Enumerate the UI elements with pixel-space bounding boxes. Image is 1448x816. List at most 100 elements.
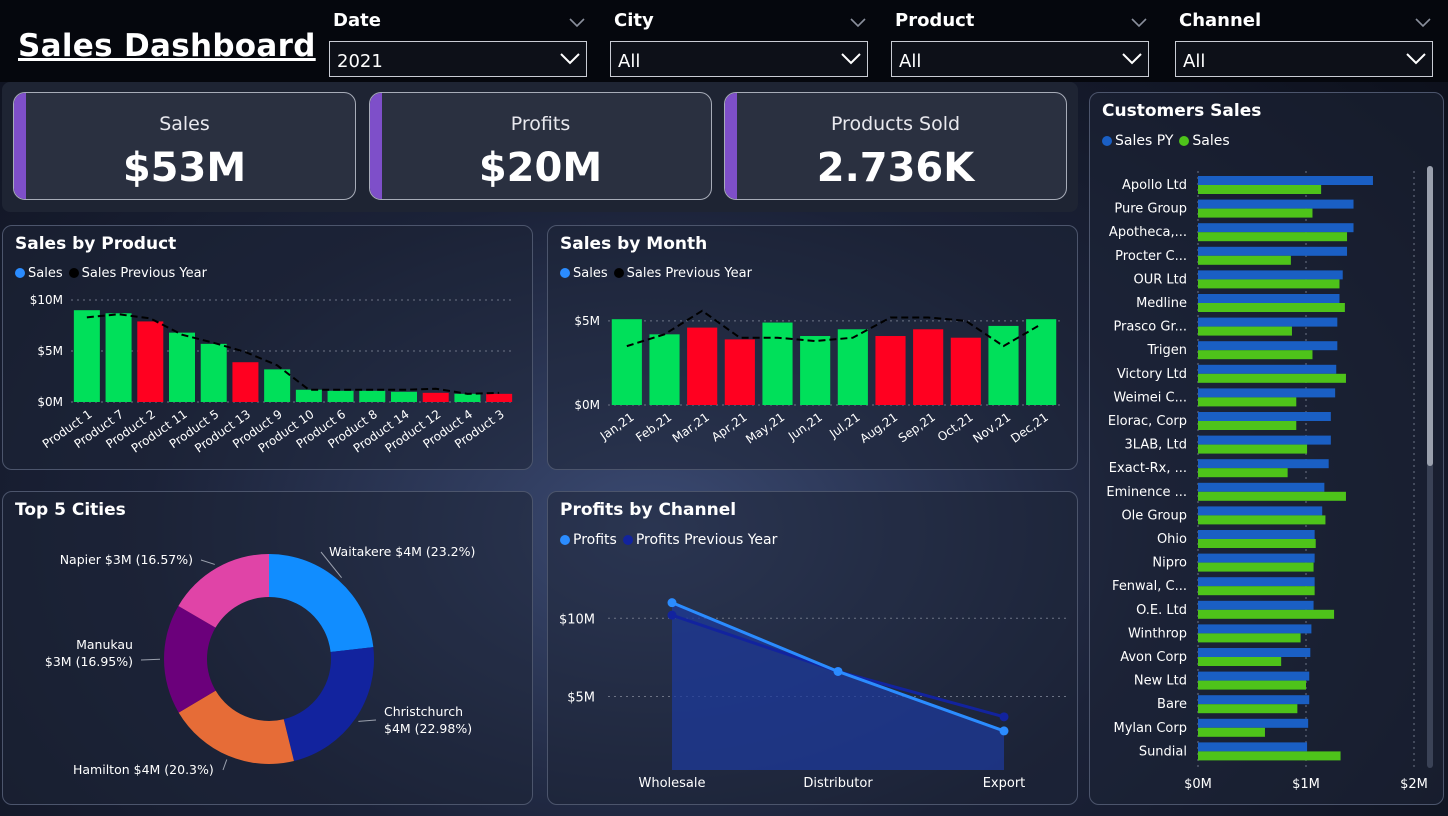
category-label: Bare	[1157, 697, 1187, 712]
bar-sales	[1198, 255, 1291, 265]
product-slicer[interactable]: Product All	[891, 8, 1151, 80]
category-label: Sundial	[1139, 744, 1187, 759]
y-tick-label: $5M	[574, 314, 600, 328]
chevron-down-icon[interactable]	[1122, 51, 1142, 65]
kpi-label: Sales	[159, 113, 210, 135]
slicer-label: Channel	[1179, 10, 1262, 31]
channel-slicer[interactable]: Channel All	[1175, 8, 1435, 80]
y-tick-label: $5M	[37, 344, 63, 358]
bar	[327, 390, 354, 402]
x-tick-label: Sep,21	[896, 410, 938, 445]
bar-sales-py	[1198, 270, 1343, 280]
bar	[137, 321, 164, 402]
chevron-down-icon[interactable]	[1415, 16, 1431, 28]
category-label: Victory Ltd	[1117, 367, 1187, 382]
bar	[486, 393, 513, 402]
bar	[913, 329, 944, 405]
sales-by-month-chart[interactable]: $5M $0MJan,21Feb,21Mar,21Apr,21May,21Jun,…	[548, 226, 1079, 471]
sales-by-product-panel[interactable]: Sales by Product Sales Sales Previous Ye…	[2, 225, 533, 470]
bar-sales-py	[1198, 223, 1354, 233]
chevron-down-icon[interactable]	[560, 51, 580, 65]
page-title: Sales Dashboard	[18, 28, 316, 64]
customers-sales-panel[interactable]: Customers Sales Sales PY Sales $0M $1M $2M…	[1089, 92, 1444, 805]
sales-by-product-chart[interactable]: $10M$5M$0MProduct 1Product 7Product 2Pro…	[3, 226, 534, 471]
x-tick-label: Nov,21	[970, 410, 1013, 446]
date-slicer[interactable]: Date 2021	[329, 8, 589, 80]
x-tick-label: May,21	[743, 410, 787, 447]
category-label: Eminence ...	[1106, 485, 1187, 500]
bar-sales	[1198, 303, 1345, 312]
scrollbar-track[interactable]	[1427, 166, 1433, 768]
kpi-value: $20M	[478, 145, 603, 191]
bar	[611, 319, 642, 405]
bar	[724, 339, 755, 405]
bar-sales-py	[1198, 648, 1311, 657]
slicer-value: All	[899, 51, 922, 72]
bar	[232, 362, 259, 402]
bar-sales-py	[1198, 435, 1331, 445]
product-dropdown[interactable]: All	[891, 41, 1149, 77]
category-label: Trigen	[1147, 343, 1187, 358]
chevron-down-icon[interactable]	[841, 51, 861, 65]
chevron-down-icon[interactable]	[850, 16, 866, 28]
bar-sales	[1198, 326, 1292, 336]
x-tick-label: Jan,21	[597, 410, 637, 444]
kpi-label: Profits	[510, 113, 571, 135]
leader-line	[358, 719, 377, 722]
slicer-label: City	[614, 10, 654, 31]
bar-sales	[1198, 185, 1322, 194]
slicer-value: 2021	[337, 51, 383, 72]
kpi-card-products-sold[interactable]: Products Sold 2.736K	[724, 92, 1067, 200]
leader-line	[140, 658, 161, 661]
bar-sales-py	[1198, 742, 1308, 752]
city-slicer[interactable]: City All	[610, 8, 870, 80]
bar-sales-py	[1198, 199, 1354, 209]
channel-dropdown[interactable]: All	[1175, 41, 1433, 77]
slice-label: Christchurch $4M (22.98%)	[384, 704, 472, 736]
bar-sales	[1198, 609, 1335, 619]
date-dropdown[interactable]: 2021	[329, 41, 587, 77]
bar	[390, 391, 418, 402]
bar	[454, 393, 481, 402]
top-5-cities-chart[interactable]: Waitakere $4M (23.2%) Christchurch $4M (22…	[3, 492, 534, 806]
x-tick-label: Jul,21	[826, 410, 862, 441]
kpi-card-profits[interactable]: Profits $20M	[369, 92, 712, 200]
leader-line	[222, 759, 228, 771]
scrollbar-thumb[interactable]	[1427, 166, 1433, 466]
pie-slice	[283, 647, 374, 761]
pie-slice	[269, 554, 374, 653]
profits-by-channel-chart[interactable]: $10M $5M Wholesale Distributor Export	[548, 492, 1079, 806]
bar-sales-py	[1198, 317, 1338, 327]
bar-sales-py	[1198, 482, 1325, 492]
top-5-cities-panel[interactable]: Top 5 Cities Waitakere $4M (23.2%) Christ…	[2, 491, 533, 805]
category-label: Medline	[1136, 296, 1187, 311]
leader-line	[200, 559, 215, 565]
sales-by-month-panel[interactable]: Sales by Month Sales Sales Previous Year…	[547, 225, 1078, 470]
bar	[950, 337, 981, 405]
x-tick-label: Wholesale	[638, 776, 705, 791]
category-label: Pure Group	[1114, 202, 1187, 217]
bar-sales-py	[1198, 671, 1310, 681]
city-dropdown[interactable]: All	[610, 41, 868, 77]
bar-sales	[1198, 586, 1315, 596]
bar	[800, 336, 831, 405]
chevron-down-icon[interactable]	[569, 16, 585, 28]
slice-label: Napier $3M (16.57%)	[60, 552, 193, 567]
customers-sales-chart[interactable]: $0M $1M $2M Apollo Ltd Pure Group Apotheca,..…	[1090, 93, 1445, 806]
category-label: OUR Ltd	[1133, 272, 1187, 287]
bar	[73, 310, 100, 402]
chevron-down-icon[interactable]	[1406, 51, 1426, 65]
bar-sales-py	[1198, 553, 1315, 563]
bar-sales	[1198, 373, 1346, 383]
bar	[687, 327, 718, 405]
bar-sales-py	[1198, 506, 1323, 516]
category-label: Ohio	[1157, 532, 1187, 547]
kpi-value: 2.736K	[816, 145, 975, 191]
chevron-down-icon[interactable]	[1131, 16, 1147, 28]
category-label: Exact-Rx, ...	[1109, 461, 1187, 476]
profits-by-channel-panel[interactable]: Profits by Channel Profits Profits Previ…	[547, 491, 1078, 805]
bar-sales	[1198, 657, 1282, 666]
kpi-card-sales[interactable]: Sales $53M	[13, 92, 356, 200]
x-tick-label: Apr,21	[709, 410, 750, 444]
slice-label: Waitakere $4M (23.2%)	[329, 544, 475, 559]
